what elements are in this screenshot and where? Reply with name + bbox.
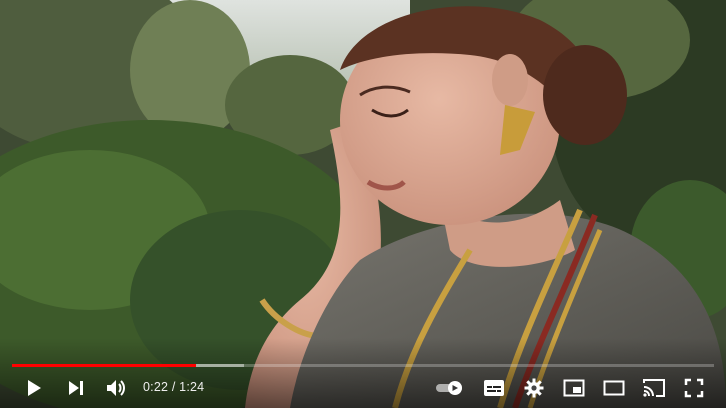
miniplayer-button[interactable] xyxy=(558,372,590,404)
theater-mode-button[interactable] xyxy=(598,372,630,404)
autoplay-toggle[interactable] xyxy=(434,372,466,404)
played-bar xyxy=(12,364,196,367)
volume-icon xyxy=(107,380,125,396)
time-display: 0:22 / 1:24 xyxy=(143,380,204,394)
play-icon xyxy=(28,380,41,396)
subtitles-button[interactable] xyxy=(478,372,510,404)
fullscreen-button[interactable] xyxy=(678,372,710,404)
cast-icon xyxy=(643,379,665,397)
next-button[interactable] xyxy=(60,372,92,404)
autoplay-toggle-icon xyxy=(436,381,462,395)
video-player[interactable]: 0:22 / 1:24 xyxy=(0,0,726,408)
current-time: 0:22 xyxy=(143,380,169,394)
duration: 1:24 xyxy=(179,380,205,394)
settings-gear-icon xyxy=(524,378,544,398)
theater-mode-icon xyxy=(603,380,625,396)
control-bar: 0:22 / 1:24 xyxy=(0,368,726,408)
play-button[interactable] xyxy=(18,372,50,404)
subtitles-icon xyxy=(484,380,504,396)
time-separator: / xyxy=(168,380,180,394)
next-icon xyxy=(69,381,83,395)
miniplayer-icon xyxy=(563,379,585,397)
settings-button[interactable] xyxy=(518,372,550,404)
mute-button[interactable] xyxy=(100,372,132,404)
fullscreen-icon xyxy=(684,378,704,398)
progress-bar[interactable] xyxy=(12,364,714,367)
cast-button[interactable] xyxy=(638,372,670,404)
